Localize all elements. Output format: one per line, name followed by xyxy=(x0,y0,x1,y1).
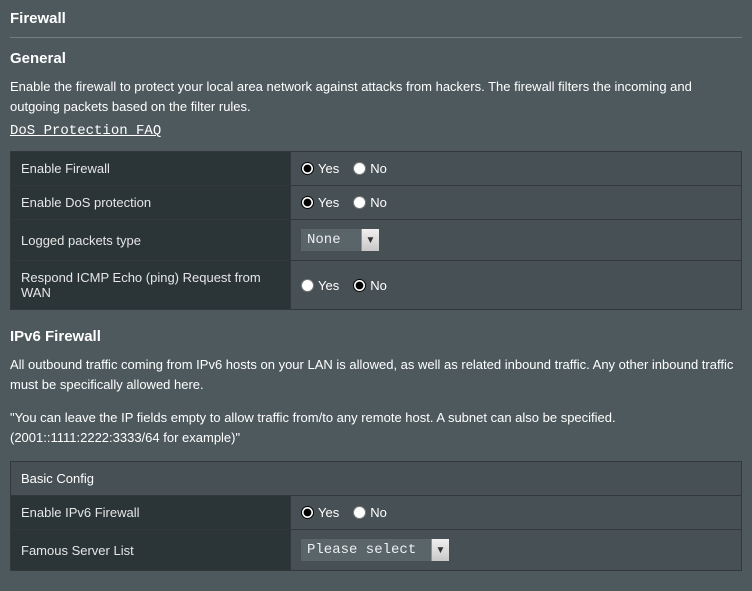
dos-faq-link[interactable]: DoS Protection FAQ xyxy=(10,123,161,139)
enable-firewall-yes-radio[interactable] xyxy=(301,162,314,175)
enable-ipv6-no-text: No xyxy=(370,505,387,520)
label-respond-icmp: Respond ICMP Echo (ping) Request from WA… xyxy=(11,261,291,310)
enable-firewall-yes-text: Yes xyxy=(318,161,339,176)
enable-ipv6-no[interactable]: No xyxy=(353,505,387,520)
label-enable-dos: Enable DoS protection xyxy=(11,186,291,220)
ipv6-desc2: "You can leave the IP fields empty to al… xyxy=(10,408,742,447)
enable-dos-yes-radio[interactable] xyxy=(301,196,314,209)
label-enable-firewall: Enable Firewall xyxy=(11,152,291,186)
enable-dos-yes-text: Yes xyxy=(318,195,339,210)
enable-dos-no[interactable]: No xyxy=(353,195,387,210)
enable-firewall-no-text: No xyxy=(370,161,387,176)
row-logged-packets: Logged packets type None ▼ xyxy=(11,220,742,261)
enable-firewall-no[interactable]: No xyxy=(353,161,387,176)
enable-ipv6-yes[interactable]: Yes xyxy=(301,505,339,520)
row-enable-dos: Enable DoS protection Yes No xyxy=(11,186,742,220)
respond-icmp-no-text: No xyxy=(370,278,387,293)
general-description: Enable the firewall to protect your loca… xyxy=(10,77,742,116)
label-logged-packets: Logged packets type xyxy=(11,220,291,261)
logged-packets-value: None xyxy=(301,229,361,251)
respond-icmp-no-radio[interactable] xyxy=(353,279,366,292)
general-settings-table: Enable Firewall Yes No Enable DoS protec… xyxy=(10,151,742,310)
respond-icmp-no[interactable]: No xyxy=(353,278,387,293)
ipv6-settings-table: Basic Config Enable IPv6 Firewall Yes No… xyxy=(10,461,742,571)
general-heading: General xyxy=(10,50,742,67)
enable-ipv6-yes-text: Yes xyxy=(318,505,339,520)
enable-ipv6-no-radio[interactable] xyxy=(353,506,366,519)
page-title: Firewall xyxy=(10,8,742,38)
enable-dos-no-text: No xyxy=(370,195,387,210)
row-enable-firewall: Enable Firewall Yes No xyxy=(11,152,742,186)
chevron-down-icon[interactable]: ▼ xyxy=(361,229,379,251)
chevron-down-icon[interactable]: ▼ xyxy=(431,539,449,561)
row-enable-ipv6: Enable IPv6 Firewall Yes No xyxy=(11,496,742,530)
enable-dos-yes[interactable]: Yes xyxy=(301,195,339,210)
enable-ipv6-yes-radio[interactable] xyxy=(301,506,314,519)
enable-firewall-yes[interactable]: Yes xyxy=(301,161,339,176)
famous-server-value: Please select xyxy=(301,539,431,561)
respond-icmp-yes-text: Yes xyxy=(318,278,339,293)
basic-config-header-row: Basic Config xyxy=(11,462,742,496)
respond-icmp-yes-radio[interactable] xyxy=(301,279,314,292)
ipv6-heading: IPv6 Firewall xyxy=(10,328,742,345)
enable-firewall-no-radio[interactable] xyxy=(353,162,366,175)
label-famous-server: Famous Server List xyxy=(11,530,291,571)
ipv6-desc1: All outbound traffic coming from IPv6 ho… xyxy=(10,355,742,394)
logged-packets-select[interactable]: None ▼ xyxy=(301,229,379,251)
label-enable-ipv6: Enable IPv6 Firewall xyxy=(11,496,291,530)
basic-config-header: Basic Config xyxy=(11,462,742,496)
enable-dos-no-radio[interactable] xyxy=(353,196,366,209)
famous-server-select[interactable]: Please select ▼ xyxy=(301,539,449,561)
row-respond-icmp: Respond ICMP Echo (ping) Request from WA… xyxy=(11,261,742,310)
respond-icmp-yes[interactable]: Yes xyxy=(301,278,339,293)
row-famous-server: Famous Server List Please select ▼ xyxy=(11,530,742,571)
